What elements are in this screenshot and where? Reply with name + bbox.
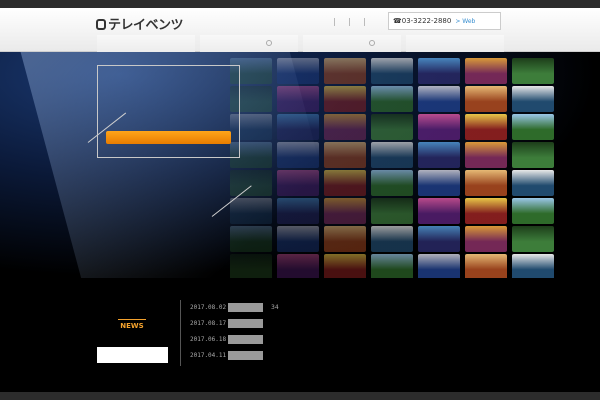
video-wall-tile [512, 86, 554, 112]
hero-cta-button[interactable] [106, 131, 231, 144]
video-wall-tile [465, 254, 507, 278]
news-divider [180, 300, 181, 366]
video-wall-tile [512, 114, 554, 140]
news-more-button[interactable] [97, 347, 168, 363]
site-logo[interactable]: テレイベンツ [96, 14, 184, 33]
video-wall-tile [371, 58, 413, 84]
video-wall-tile [324, 226, 366, 252]
news-category-tag [228, 318, 263, 328]
video-wall-tile [371, 170, 413, 196]
video-wall-tile [277, 58, 319, 84]
video-wall-tile [512, 198, 554, 224]
header-link-separator [349, 18, 350, 26]
video-wall-tile [277, 142, 319, 168]
video-wall-tile [324, 142, 366, 168]
header-link-separator [334, 18, 335, 26]
news-item[interactable]: 2017.08.02 34 [190, 302, 279, 312]
video-wall-tile [371, 254, 413, 278]
video-wall-tile [230, 170, 272, 196]
video-wall-tile [465, 58, 507, 84]
news-title: NEWS [118, 319, 146, 330]
video-wall-tile [465, 198, 507, 224]
phone-number: 03-3222-2880 [401, 17, 452, 25]
video-wall-tile [418, 58, 460, 84]
phone-contact-box[interactable]: ☎03-3222-2880 > Web [388, 12, 501, 30]
video-wall-tile [324, 58, 366, 84]
video-wall-tile [324, 198, 366, 224]
page: テレイベンツ ☎03-3222-2880 > Web NEWS 2017.08.0… [0, 0, 600, 400]
header-link-separator [364, 18, 365, 26]
video-wall-tile [512, 254, 554, 278]
video-wall-tile [512, 170, 554, 196]
video-wall-tile [418, 86, 460, 112]
news-category-tag [228, 334, 263, 344]
news-text: 34 [271, 303, 279, 311]
video-wall-tile [371, 226, 413, 252]
video-wall-tile [230, 198, 272, 224]
video-wall-tile [465, 114, 507, 140]
video-wall-tile [418, 198, 460, 224]
video-wall-tile [418, 142, 460, 168]
video-wall-tile [418, 170, 460, 196]
video-wall-tile [418, 226, 460, 252]
search-icon [369, 40, 375, 46]
video-wall-tile [324, 114, 366, 140]
video-wall-tile [465, 226, 507, 252]
video-wall-tile [230, 254, 272, 278]
video-wall-tile [324, 254, 366, 278]
news-item[interactable]: 2017.08.17 [190, 318, 263, 328]
video-wall-tile [324, 170, 366, 196]
site-header: テレイベンツ ☎03-3222-2880 > Web [0, 8, 600, 55]
news-date: 2017.04.11 [190, 351, 227, 359]
news-item[interactable]: 2017.06.18 [190, 334, 263, 344]
web-link-label: Web [462, 18, 476, 25]
video-wall-tile [512, 58, 554, 84]
video-wall-tile [465, 86, 507, 112]
news-category-tag [228, 302, 263, 312]
video-wall-tile [277, 86, 319, 112]
web-link[interactable]: > Web [455, 18, 475, 25]
news-category-tag [228, 350, 263, 360]
video-wall-tile [277, 254, 319, 278]
video-wall-tile [371, 142, 413, 168]
news-date: 2017.08.17 [190, 319, 227, 327]
news-date: 2017.06.18 [190, 335, 227, 343]
search-icon [266, 40, 272, 46]
logo-mark-icon [96, 19, 106, 30]
news-date: 2017.08.02 [190, 303, 227, 311]
video-wall-tile [277, 226, 319, 252]
video-wall-tile [418, 254, 460, 278]
video-wall-tile [418, 114, 460, 140]
footer-strip [0, 392, 600, 400]
video-wall-tile [230, 226, 272, 252]
video-wall-tile [371, 114, 413, 140]
video-wall-tile [277, 114, 319, 140]
top-strip [0, 0, 600, 8]
video-wall-image [230, 58, 600, 278]
logo-text: テレイベンツ [108, 18, 184, 33]
video-wall-tile [512, 142, 554, 168]
news-item[interactable]: 2017.04.11 [190, 350, 263, 360]
video-wall-tile [465, 142, 507, 168]
video-wall-tile [277, 170, 319, 196]
video-wall-tile [371, 198, 413, 224]
phone-icon: ☎ [393, 17, 402, 25]
video-wall-tile [465, 170, 507, 196]
video-wall-tile [324, 86, 366, 112]
header-links [334, 18, 365, 26]
hero-text-frame [97, 65, 240, 158]
hero-banner [0, 52, 600, 278]
video-wall-tile [371, 86, 413, 112]
video-wall-tile [512, 226, 554, 252]
video-wall-tile [277, 198, 319, 224]
